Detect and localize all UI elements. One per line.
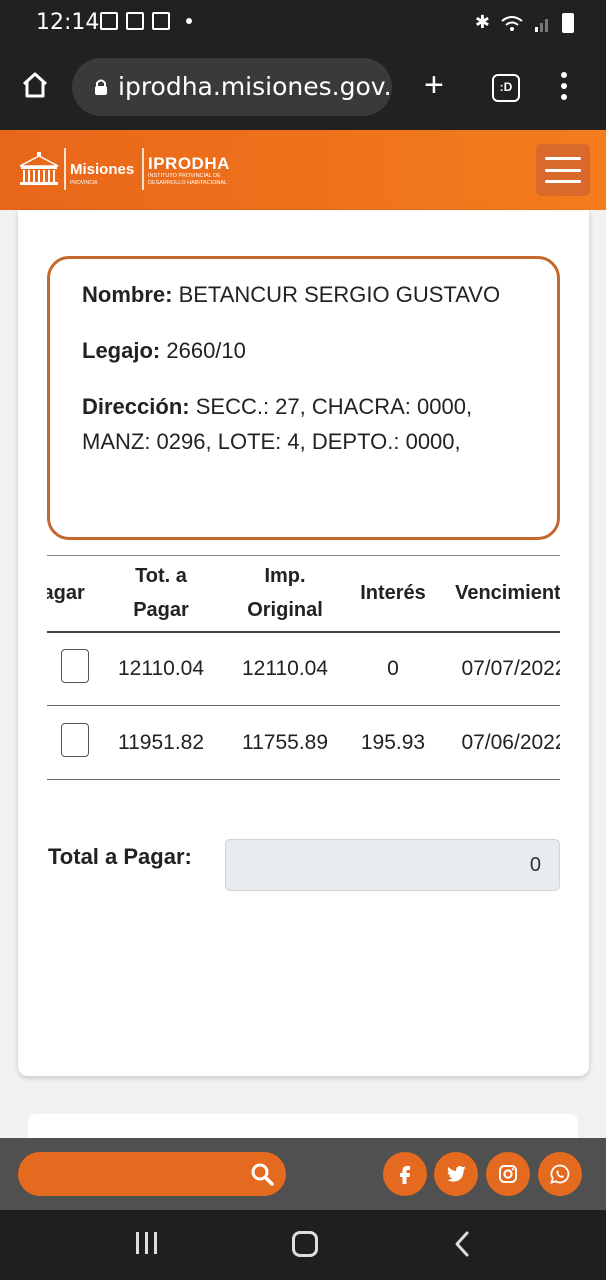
row-checkbox-cell [47,705,97,780]
whatsapp-button[interactable] [538,1152,582,1196]
col-importe: Imp. Original [225,555,345,633]
instagram-button[interactable] [486,1152,530,1196]
cell-original: 12110.04 [225,631,345,706]
col-vencimiento: Vencimiento [441,555,560,633]
search-icon[interactable] [250,1162,274,1186]
music-icon [126,12,144,30]
legajo-value: 2660/10 [166,338,246,363]
back-icon[interactable] [454,1230,470,1258]
table-row: 11951.82 11755.89 195.93 07/06/2022 [47,705,560,780]
payments-table-scroller[interactable]: Pagar Tot. aPagar Imp.Original Interés V… [47,555,560,780]
nombre-value: BETANCUR SERGIO GUSTAVO [178,282,501,307]
cell-interes: 195.93 [345,705,441,780]
account-info-box: Nombre: BETANCUR SERGIO GUSTAVO Legajo: … [47,256,560,540]
payments-table: Pagar Tot. aPagar Imp.Original Interés V… [47,555,560,780]
cell-vencimiento: 07/06/2022 [441,705,560,780]
instagram-icon [499,1165,517,1183]
recent-apps-icon[interactable] [136,1232,157,1254]
direccion-row: Dirección: SECC.: 27, CHACRA: 0000, MANZ… [82,389,525,459]
twitter-button[interactable] [434,1152,478,1196]
nombre-row: Nombre: BETANCUR SERGIO GUSTAVO [82,277,525,312]
cell-original: 11755.89 [225,705,345,780]
tab-switcher-icon[interactable]: :D [492,74,520,102]
brand-iprodha[interactable]: IPRODHA [148,154,230,174]
site-footer [0,1138,606,1210]
total-field: 0 [225,839,560,891]
cell-total: 11951.82 [97,705,225,780]
brand-misiones[interactable]: Misiones [70,161,134,178]
battery-icon [562,12,574,33]
browser-toolbar: iprodha.misiones.gov.ar + :D [0,46,606,130]
total-label: Total a Pagar: [48,844,192,869]
direccion-label: Dirección: [82,394,190,419]
pay-checkbox[interactable] [61,648,89,683]
calendar-icon [152,12,170,30]
cell-total: 12110.04 [97,631,225,706]
logo-separator [142,148,144,190]
lock-icon [95,79,107,95]
legajo-row: Legajo: 2660/10 [82,333,525,368]
facebook-icon [400,1166,410,1184]
home-icon[interactable] [20,70,50,100]
brand-subtitle: DESARROLLO HABITACIONAL [148,180,228,186]
browser-menu-icon[interactable] [560,72,568,100]
cell-vencimiento: 07/07/2022 [441,631,560,706]
more-notifications-icon [186,18,192,24]
pay-checkbox[interactable] [61,722,89,757]
signal-icon [535,18,548,32]
system-icons: ✱ [475,12,574,33]
bluetooth-icon: ✱ [474,12,490,32]
url-text: iprodha.misiones.gov.ar [118,72,392,101]
site-header: Misiones PROVINCIA IPRODHA INSTITUTO PRO… [0,130,606,210]
col-pagar: Pagar [47,555,97,633]
facebook-button[interactable] [383,1152,427,1196]
logo-separator [64,148,66,190]
notification-icons [100,12,192,30]
cell-interes: 0 [345,631,441,706]
whatsapp-icon [550,1164,570,1184]
col-total: Tot. a Pagar [97,555,225,633]
next-card-edge [28,1114,578,1138]
content-card: Nombre: BETANCUR SERGIO GUSTAVO Legajo: … [18,210,589,1076]
gallery-icon [100,12,118,30]
home-button-icon[interactable] [292,1231,318,1257]
new-tab-icon[interactable]: + [424,68,444,102]
brand-subtitle: INSTITUTO PROVINCIAL DE [148,173,221,179]
status-bar: 12:14 ✱ [0,0,606,46]
table-row: 12110.04 12110.04 0 07/07/2022 [47,631,560,706]
government-building-icon [19,152,59,185]
brand-provincia: PROVINCIA [70,180,98,186]
col-interes: Interés [345,555,441,633]
row-checkbox-cell [47,631,97,706]
status-time: 12:14 [36,10,100,35]
twitter-icon [447,1166,466,1182]
wifi-icon [501,15,523,31]
nombre-label: Nombre: [82,282,173,307]
address-bar[interactable]: iprodha.misiones.gov.ar [72,58,392,116]
search-input[interactable] [18,1152,286,1196]
android-nav-bar [0,1210,606,1280]
hamburger-menu-button[interactable] [536,144,590,196]
legajo-label: Legajo: [82,338,161,363]
